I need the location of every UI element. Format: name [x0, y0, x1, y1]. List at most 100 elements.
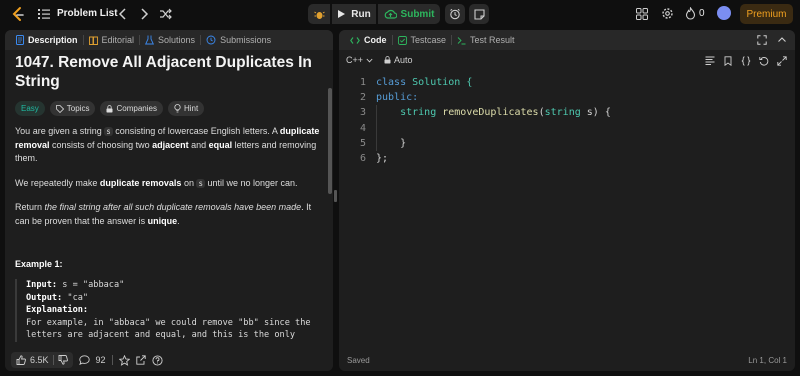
flask-icon [145, 35, 155, 45]
auto-mode-toggle[interactable]: Auto [384, 55, 413, 65]
history-icon [206, 35, 216, 45]
line-number: 2 [359, 92, 366, 104]
description-icon [16, 35, 24, 45]
line-number: 4 [359, 122, 366, 134]
example-output-value: "ca" [62, 292, 89, 303]
example-output-label: Output: [26, 292, 63, 303]
leetcode-logo-icon[interactable] [10, 6, 26, 22]
tab-description[interactable]: Description [11, 30, 83, 50]
code-editor[interactable]: 1 class Solution { 2 public: 3 string re… [339, 75, 795, 345]
checkbox-icon [397, 35, 407, 45]
code-line: 3 string removeDuplicates(string s) { [339, 105, 795, 120]
list-icon[interactable] [38, 9, 50, 19]
type-token: string [400, 107, 437, 119]
bold-text: adjacent [152, 139, 189, 150]
companies-chip[interactable]: Companies [100, 101, 163, 116]
editor-toolbar: C++ Auto [339, 52, 795, 70]
chevron-left-icon[interactable] [118, 8, 128, 20]
tab-test-result[interactable]: Test Result [452, 30, 520, 50]
code-panel: Code Testcase Test Result C++ Auto 1 cla… [339, 30, 795, 371]
problem-list-link[interactable]: Problem List [57, 8, 118, 19]
like-count: 6.5K [30, 355, 49, 365]
bold-text: duplicate removals [99, 177, 182, 188]
hint-chip[interactable]: Hint [167, 101, 205, 116]
tab-testcase-label: Testcase [410, 35, 447, 45]
code-line: 6 }; [339, 151, 795, 166]
line-number: 3 [359, 107, 366, 119]
hint-label: Hint [183, 104, 199, 113]
chevron-right-icon[interactable] [139, 8, 149, 20]
help-icon[interactable] [151, 354, 163, 366]
terminal-icon [457, 36, 466, 45]
premium-button[interactable]: Premium [740, 4, 793, 24]
share-icon[interactable] [135, 355, 146, 365]
code-text: class Solution { [376, 75, 472, 90]
code-line: 4 [339, 121, 795, 136]
gear-icon[interactable] [661, 7, 674, 20]
text: You are given a string [15, 126, 105, 136]
example-input-label: Input: [26, 280, 58, 290]
tab-submissions[interactable]: Submissions [201, 30, 276, 50]
text: until we no longer can. [204, 177, 298, 188]
description-paragraph: You are given a string s consisting of l… [15, 125, 323, 166]
braces-icon[interactable] [741, 55, 751, 66]
text: and [188, 139, 209, 150]
submit-button[interactable]: Submit [378, 4, 440, 24]
editor-tools [705, 55, 787, 66]
line-number: 5 [359, 137, 366, 149]
cursor-position: Ln 1, Col 1 [748, 355, 787, 365]
star-icon[interactable] [118, 354, 130, 366]
class-name-token: Solution { [406, 77, 473, 88]
run-button[interactable]: Run [332, 4, 376, 24]
bug-icon [313, 9, 325, 20]
maximize-icon[interactable] [777, 55, 787, 66]
bold-text: unique [147, 215, 178, 226]
tab-editorial[interactable]: Editorial [84, 30, 140, 50]
text: We repeatedly make [15, 177, 100, 188]
bookmark-icon[interactable] [723, 55, 733, 66]
right-tab-bar: Code Testcase Test Result [339, 30, 795, 50]
example-title: Example 1: [15, 259, 63, 269]
topics-chip[interactable]: Topics [49, 101, 96, 116]
thumbs-up-icon[interactable] [16, 355, 26, 365]
description-footer: 6.5K 92 [5, 349, 333, 371]
reset-icon[interactable] [759, 55, 769, 66]
debug-button[interactable] [308, 4, 330, 24]
problem-title: 1047. Remove All Adjacent Duplicates In … [15, 54, 312, 90]
layout-grid-icon[interactable] [636, 8, 648, 20]
tab-solutions[interactable]: Solutions [140, 30, 200, 50]
tab-testcase[interactable]: Testcase [393, 30, 452, 50]
description-scrollbar[interactable] [328, 88, 332, 194]
line-number: 1 [359, 77, 366, 88]
example-explanation-text: For example, in "abbaca" we could remove… [26, 317, 311, 328]
tab-code[interactable]: Code [345, 30, 392, 50]
lightbulb-icon [174, 104, 181, 113]
inline-code: s [196, 178, 205, 188]
run-label: Run [351, 8, 371, 20]
fullscreen-icon[interactable] [757, 35, 767, 45]
language-label: C++ [346, 55, 364, 65]
code-text: public: [376, 90, 418, 105]
type-token: string [544, 107, 581, 119]
notes-button[interactable] [469, 4, 489, 24]
shuffle-icon[interactable] [159, 8, 172, 20]
fire-streak-icon[interactable] [685, 7, 696, 20]
tab-description-label: Description [28, 35, 78, 45]
streak-count: 0 [699, 8, 705, 19]
format-lines-icon[interactable] [705, 55, 715, 66]
comment-icon[interactable] [78, 355, 90, 365]
tab-submissions-label: Submissions [220, 35, 272, 45]
chevron-up-icon[interactable] [777, 35, 787, 45]
timer-button[interactable] [445, 4, 465, 24]
language-select[interactable]: C++ [346, 55, 373, 65]
example-output-row: Output: "ca" [26, 292, 323, 305]
lock-icon [106, 104, 113, 113]
avatar[interactable] [717, 6, 731, 20]
note-icon [473, 8, 485, 20]
code-icon [350, 36, 360, 45]
text: . [177, 215, 180, 226]
panel-resize-handle[interactable] [334, 190, 337, 202]
thumbs-down-icon[interactable] [58, 355, 68, 365]
chevron-down-icon [366, 58, 373, 63]
